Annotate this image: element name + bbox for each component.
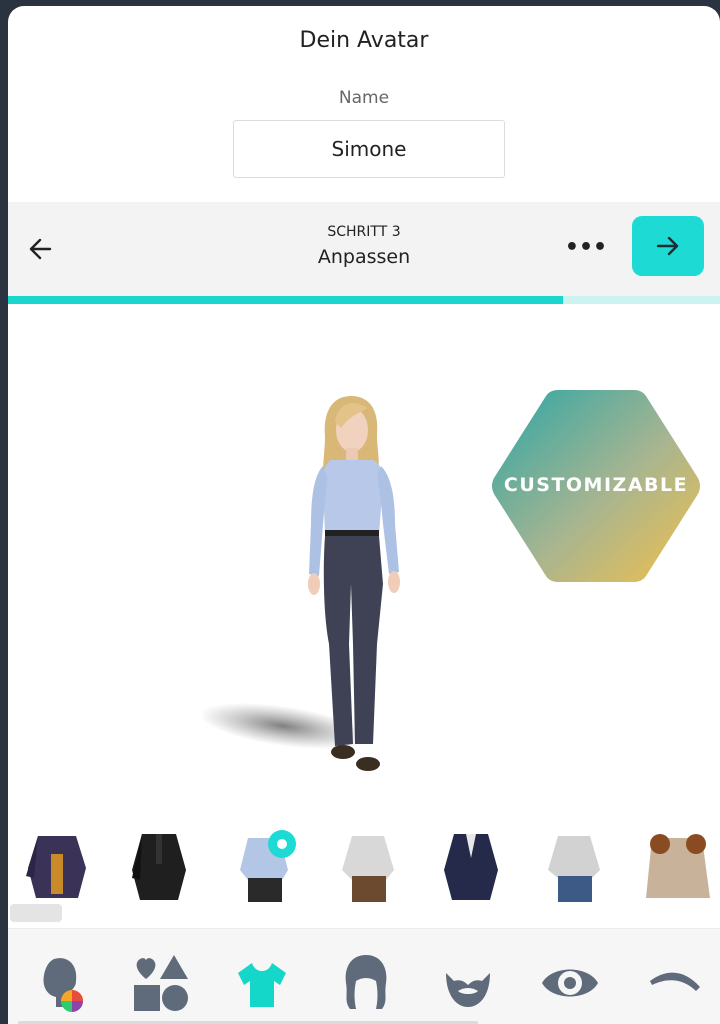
eyebrow-icon xyxy=(650,972,700,991)
outfit-black-suit-icon xyxy=(132,834,186,900)
step-number: SCHRITT 3 xyxy=(327,224,401,240)
arrow-right-icon xyxy=(656,236,679,256)
outfit-thumb-3-selected[interactable] xyxy=(226,828,304,904)
outfit-thumb-7[interactable] xyxy=(638,828,716,904)
outfit-scrollbar[interactable] xyxy=(10,904,62,922)
beard-icon xyxy=(446,973,490,1007)
progress-bar xyxy=(8,296,720,304)
tab-hair[interactable] xyxy=(334,951,398,1015)
outfit-thumb-2[interactable] xyxy=(120,828,198,904)
tab-skin[interactable] xyxy=(32,951,96,1015)
head-color-icon xyxy=(43,958,83,1012)
outfit-grey-jeans-icon xyxy=(548,836,600,902)
step-header: SCHRITT 3 Anpassen ••• xyxy=(8,202,720,296)
outfit-thumb-6[interactable] xyxy=(536,828,614,904)
outfit-thumb-4[interactable] xyxy=(330,828,408,904)
hair-icon xyxy=(345,955,387,1009)
page-title: Dein Avatar xyxy=(299,28,429,53)
name-input[interactable] xyxy=(233,120,505,178)
outfit-blue-shirt-icon xyxy=(240,830,296,902)
next-button[interactable] xyxy=(632,216,704,276)
app-window: Dein Avatar Name SCHRITT 3 Anpassen ••• xyxy=(8,6,720,1024)
shirt-icon xyxy=(238,963,286,1007)
outfit-thumb-5[interactable] xyxy=(432,828,510,904)
tab-eyes[interactable] xyxy=(538,951,602,1015)
tab-beard[interactable] xyxy=(436,951,500,1015)
step-title: Anpassen xyxy=(317,246,411,268)
category-tabbar xyxy=(8,928,720,1024)
tab-clothing-active[interactable] xyxy=(230,951,294,1015)
name-label: Name xyxy=(338,88,390,108)
avatar-figure xyxy=(203,396,400,771)
outfit-fur-coat-icon xyxy=(646,834,710,898)
shapes-icon xyxy=(134,955,188,1011)
outfit-purple-jacket-icon xyxy=(26,836,86,898)
progress-fill xyxy=(8,296,564,304)
outfit-white-shirt-icon xyxy=(342,836,394,902)
outfit-list xyxy=(8,824,720,908)
badge-label: CUSTOMIZABLE xyxy=(503,474,689,496)
tab-shapes[interactable] xyxy=(130,951,194,1015)
tab-eyebrows[interactable] xyxy=(642,951,706,1015)
outfit-thumb-1[interactable] xyxy=(18,828,96,904)
customizable-badge: CUSTOMIZABLE xyxy=(488,388,704,584)
outfit-navy-suit-icon xyxy=(444,834,498,900)
more-options-button[interactable]: ••• xyxy=(564,230,608,266)
eye-icon xyxy=(542,969,598,997)
avatar-preview[interactable]: CUSTOMIZABLE xyxy=(8,304,720,814)
